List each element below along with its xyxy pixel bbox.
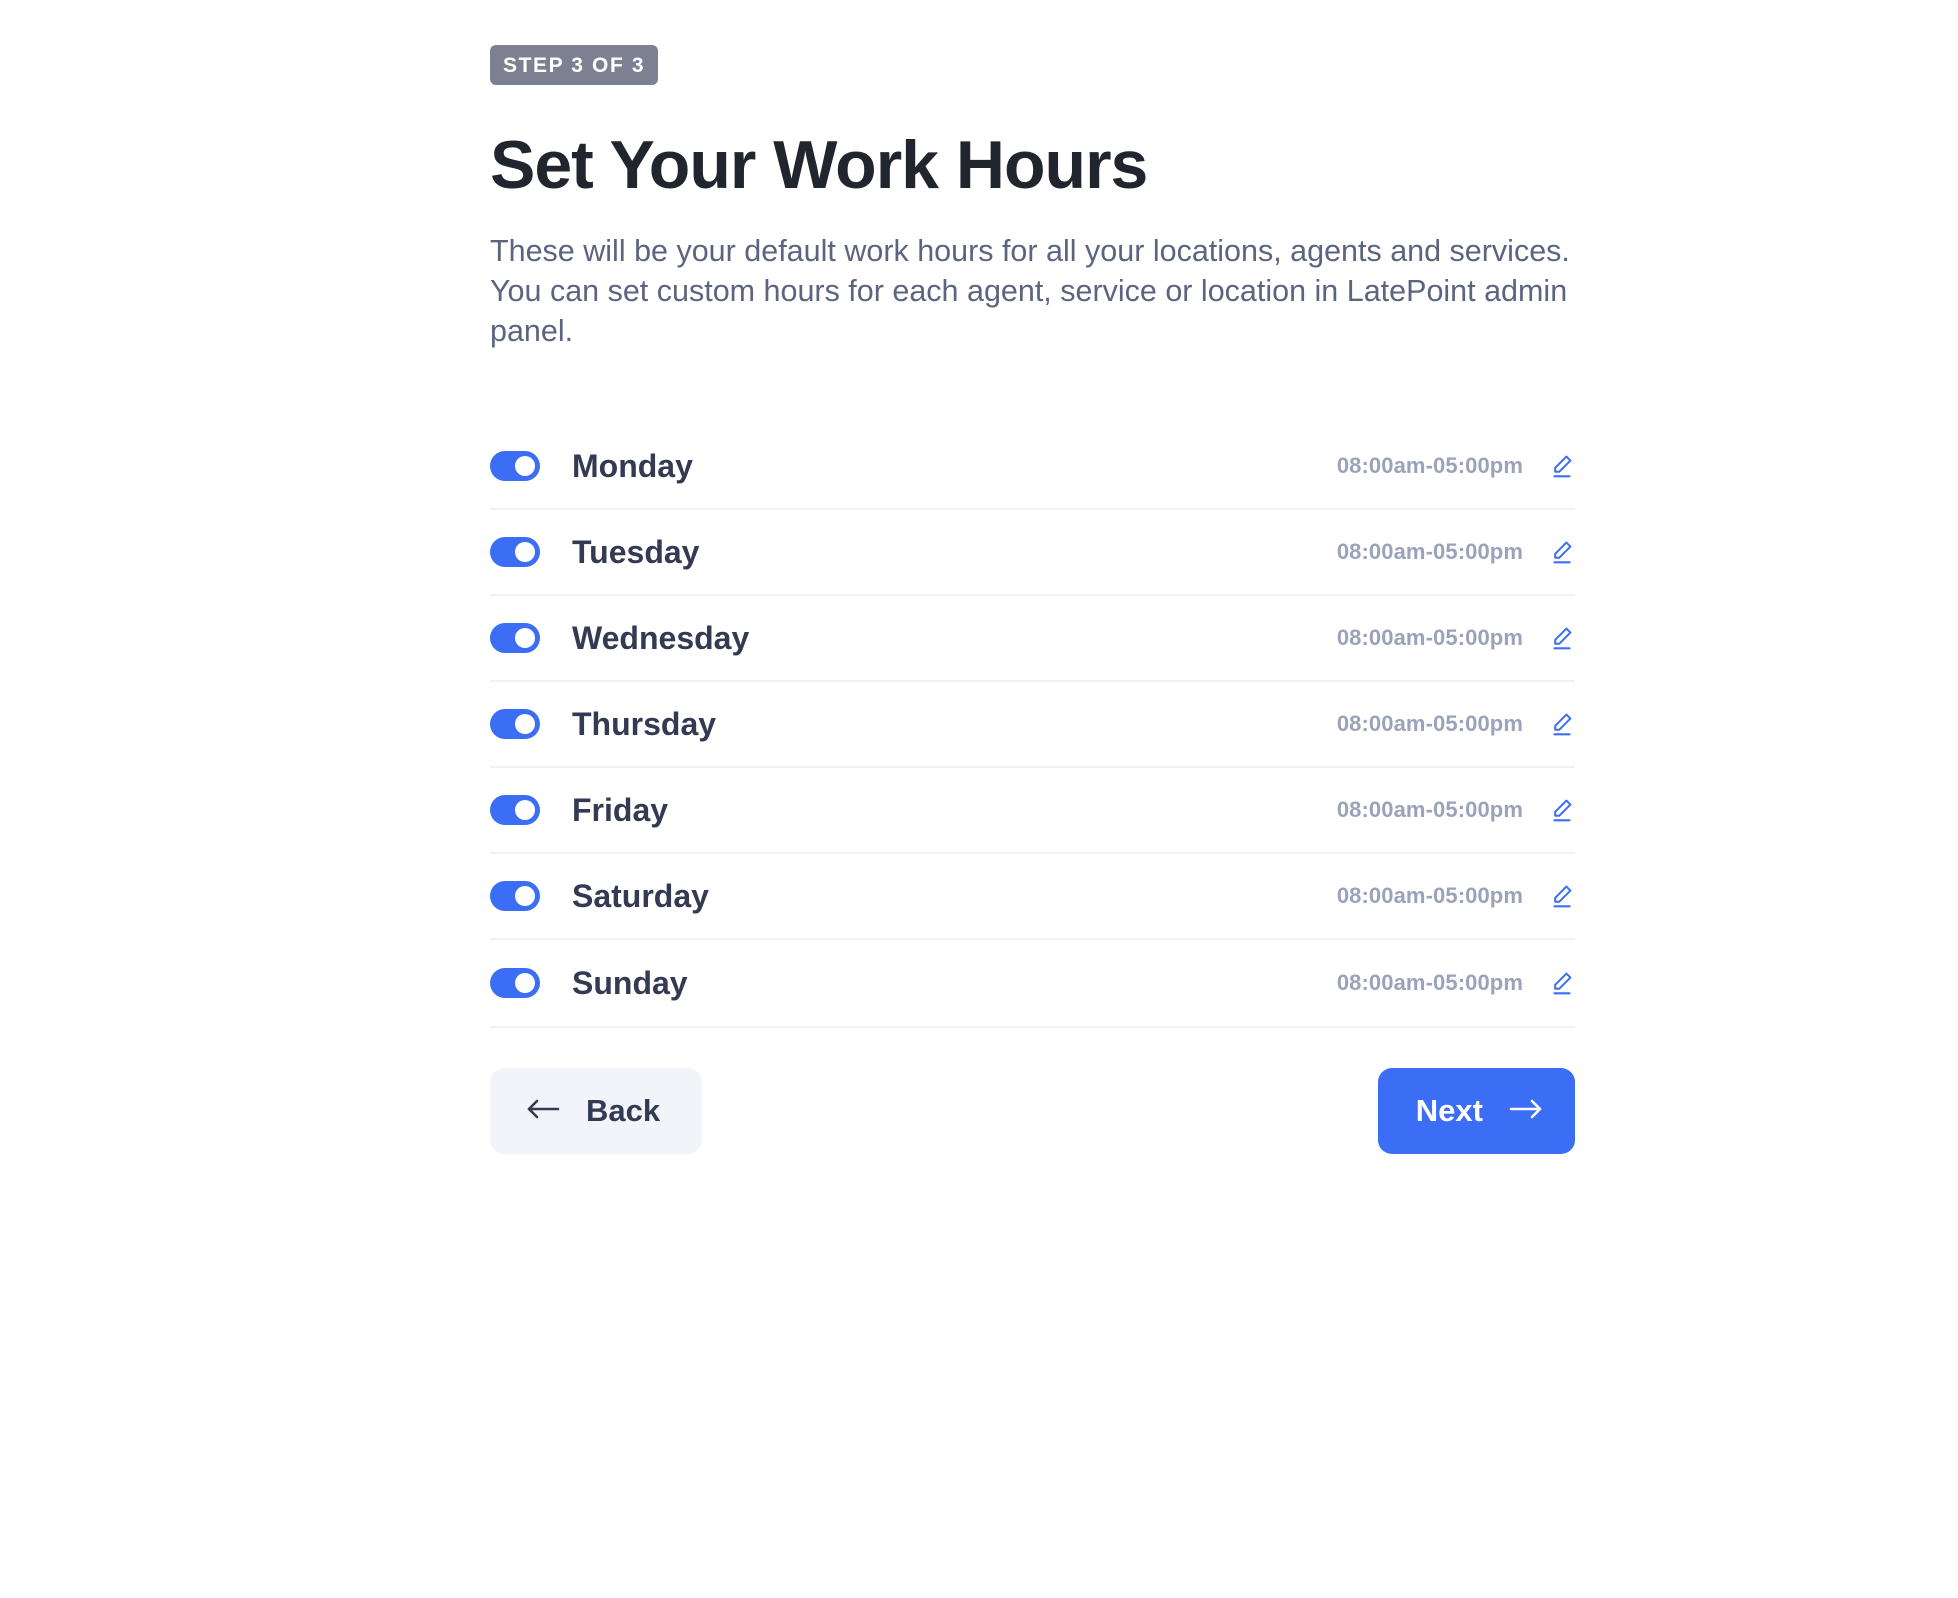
day-hours: 08:00am-05:00pm xyxy=(1336,883,1523,909)
day-label: Thursday xyxy=(572,705,717,742)
pencil-edit-icon[interactable] xyxy=(1549,539,1575,565)
step-badge: STEP 3 OF 3 xyxy=(490,45,659,85)
footer-actions: Back Next xyxy=(490,1068,1575,1155)
toggle-knob xyxy=(515,886,535,907)
pencil-edit-icon[interactable] xyxy=(1549,797,1575,823)
toggle-knob xyxy=(515,973,535,994)
content-column: STEP 3 OF 3 Set Your Work Hours These wi… xyxy=(490,0,1582,1155)
day-toggle-tuesday[interactable] xyxy=(490,537,540,568)
day-toggle-sunday[interactable] xyxy=(490,968,540,999)
arrow-left-icon xyxy=(526,1093,560,1129)
pencil-edit-icon[interactable] xyxy=(1549,453,1575,479)
pencil-edit-icon[interactable] xyxy=(1549,883,1575,909)
day-label: Friday xyxy=(572,791,669,828)
footer-divider xyxy=(490,1026,1575,1029)
page-title: Set Your Work Hours xyxy=(490,127,1148,203)
onboarding-work-hours-page: STEP 3 OF 3 Set Your Work Hours These wi… xyxy=(0,0,1958,1598)
next-button[interactable]: Next xyxy=(1377,1068,1575,1155)
day-row: Sunday 08:00am-05:00pm xyxy=(490,940,1575,1026)
day-label: Wednesday xyxy=(572,619,750,656)
day-row: Wednesday 08:00am-05:00pm xyxy=(490,596,1575,683)
day-row: Saturday 08:00am-05:00pm xyxy=(490,854,1575,941)
day-hours: 08:00am-05:00pm xyxy=(1336,711,1523,737)
day-label: Sunday xyxy=(572,964,688,1001)
day-toggle-saturday[interactable] xyxy=(490,881,540,912)
pencil-edit-icon[interactable] xyxy=(1549,970,1575,996)
day-row: Friday 08:00am-05:00pm xyxy=(490,768,1575,855)
day-row: Thursday 08:00am-05:00pm xyxy=(490,682,1575,769)
toggle-knob xyxy=(515,628,535,649)
day-toggle-friday[interactable] xyxy=(490,795,540,826)
pencil-edit-icon[interactable] xyxy=(1549,711,1575,737)
day-hours: 08:00am-05:00pm xyxy=(1336,625,1523,651)
back-button-label: Back xyxy=(586,1093,661,1129)
toggle-knob xyxy=(515,714,535,735)
day-label: Saturday xyxy=(572,877,709,914)
day-hours: 08:00am-05:00pm xyxy=(1336,797,1523,823)
toggle-knob xyxy=(515,800,535,821)
toggle-knob xyxy=(515,542,535,563)
day-toggle-wednesday[interactable] xyxy=(490,623,540,654)
day-row: Monday 08:00am-05:00pm xyxy=(490,424,1575,511)
day-label: Tuesday xyxy=(572,533,700,570)
day-toggle-monday[interactable] xyxy=(490,451,540,482)
page-subtitle: These will be your default work hours fo… xyxy=(490,234,1570,349)
day-row: Tuesday 08:00am-05:00pm xyxy=(490,510,1575,597)
toggle-knob xyxy=(515,456,535,477)
back-button[interactable]: Back xyxy=(490,1068,703,1155)
day-hours: 08:00am-05:00pm xyxy=(1336,539,1523,565)
next-button-label: Next xyxy=(1415,1093,1483,1129)
pencil-edit-icon[interactable] xyxy=(1549,625,1575,651)
day-hours: 08:00am-05:00pm xyxy=(1336,453,1523,479)
day-hours: 08:00am-05:00pm xyxy=(1336,970,1523,996)
day-label: Monday xyxy=(572,447,693,484)
day-toggle-thursday[interactable] xyxy=(490,709,540,740)
arrow-right-icon xyxy=(1509,1093,1543,1129)
work-hours-list: Monday 08:00am-05:00pm Tuesday 08:00am-05:0… xyxy=(490,424,1575,1026)
